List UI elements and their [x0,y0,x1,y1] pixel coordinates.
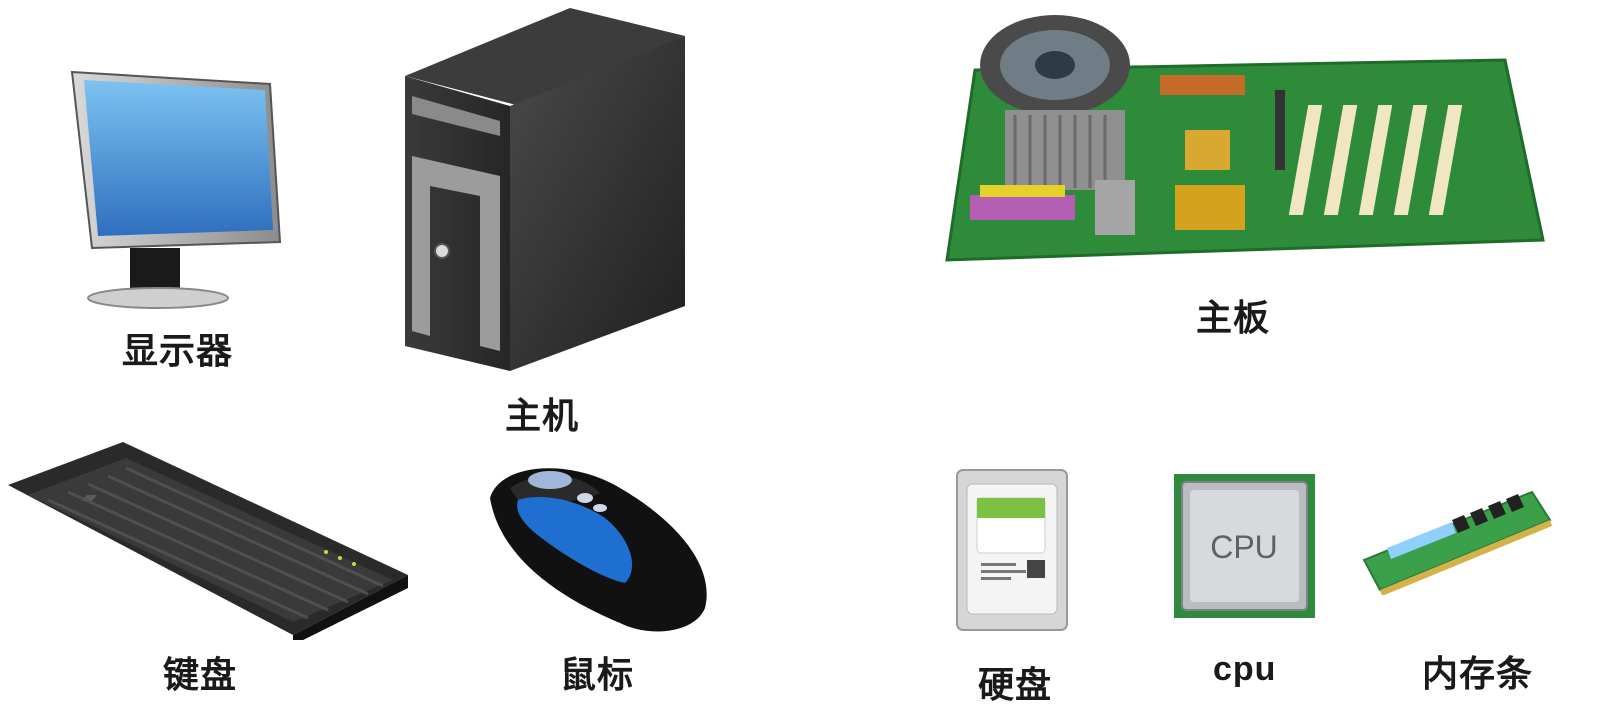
computer-tower [400,6,690,374]
mouse [480,458,715,638]
motherboard-icon [945,15,1545,262]
ram-stick [1362,490,1552,595]
computer-tower-label: 主机 [505,395,580,437]
keyboard-icon [8,442,408,640]
hard-drive-icon [956,469,1068,631]
motherboard-label: 主板 [1196,297,1271,339]
cpu-chip-icon: CPU [1174,474,1315,618]
ram-stick-label: 内存条 [1422,653,1534,695]
hard-drive [955,468,1070,633]
cpu-chip: CPU [1172,472,1317,620]
computer-tower-icon [405,8,685,371]
hard-drive-label: 硬盘 [978,664,1053,706]
cpu-chip-text: CPU [1210,529,1278,565]
keyboard-label: 键盘 [163,654,238,696]
monitor-icon [70,70,282,309]
monitor [70,70,285,310]
ram-stick-icon [1362,490,1552,595]
cpu-label: cpu [1213,650,1277,688]
motherboard [945,10,1545,265]
mouse-label: 鼠标 [560,654,635,696]
keyboard [8,440,408,640]
monitor-label: 显示器 [122,330,234,372]
mouse-icon [490,468,707,632]
